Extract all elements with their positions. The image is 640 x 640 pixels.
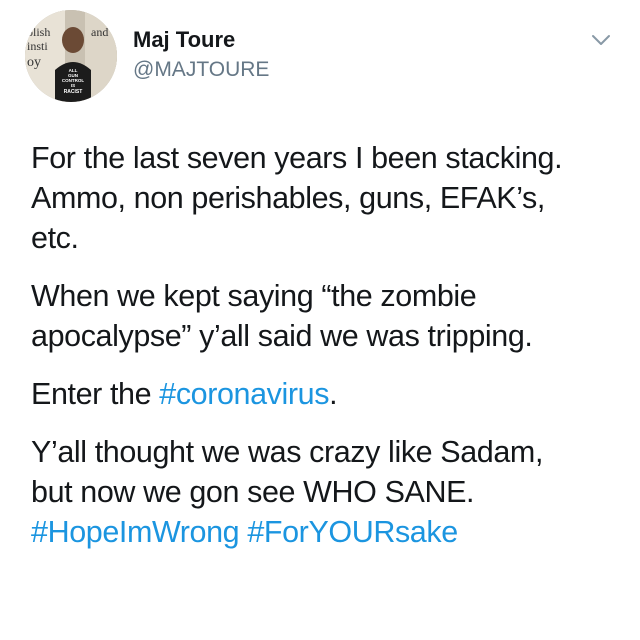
- chevron-down-icon[interactable]: [590, 32, 612, 48]
- tweet-line: When we kept saying “the zombie: [31, 279, 477, 313]
- display-name[interactable]: Maj Toure: [133, 27, 235, 53]
- tweet-line: #HopeImWrong #ForYOURsake: [31, 512, 621, 552]
- avatar-image: olish insti oy and ALL GUN CONTROL IS RA…: [25, 10, 117, 102]
- svg-text:RACIST: RACIST: [64, 89, 83, 95]
- tweet-line: apocalypse” y’all said we was tripping.: [31, 319, 533, 353]
- svg-text:insti: insti: [27, 39, 48, 53]
- tweet-line: but now we gon see WHO SANE.: [31, 475, 475, 509]
- tweet-paragraph: Enter the #coronavirus.: [31, 374, 621, 414]
- tweet-paragraph: For the last seven years I been stacking…: [31, 138, 621, 258]
- tweet-line: Enter the #coronavirus.: [31, 374, 621, 414]
- hashtag-link[interactable]: #ForYOURsake: [247, 515, 458, 549]
- tweet-text-segment: .: [329, 377, 338, 411]
- tweet-paragraph: Y’all thought we was crazy like Sadam, b…: [31, 432, 621, 552]
- tweet-line: Ammo, non perishables, guns, EFAK’s,: [31, 181, 545, 215]
- tweet-paragraph: When we kept saying “the zombie apocalyp…: [31, 276, 621, 356]
- hashtag-link[interactable]: #coronavirus: [159, 377, 329, 411]
- hashtag-link[interactable]: #HopeImWrong: [31, 515, 240, 549]
- tweet-card: olish insti oy and ALL GUN CONTROL IS RA…: [0, 0, 640, 640]
- tweet-text: For the last seven years I been stacking…: [31, 138, 621, 552]
- tweet-line: etc.: [31, 221, 79, 255]
- svg-text:and: and: [91, 25, 108, 39]
- svg-text:IS: IS: [71, 83, 75, 88]
- tweet-text-segment: Enter the: [31, 377, 160, 411]
- tweet-line: For the last seven years I been stacking…: [31, 141, 563, 175]
- svg-text:oy: oy: [27, 55, 41, 70]
- tweet-line: Y’all thought we was crazy like Sadam,: [31, 435, 544, 469]
- avatar[interactable]: olish insti oy and ALL GUN CONTROL IS RA…: [25, 10, 117, 102]
- user-handle[interactable]: @MAJTOURE: [133, 57, 269, 83]
- svg-text:olish: olish: [27, 25, 50, 39]
